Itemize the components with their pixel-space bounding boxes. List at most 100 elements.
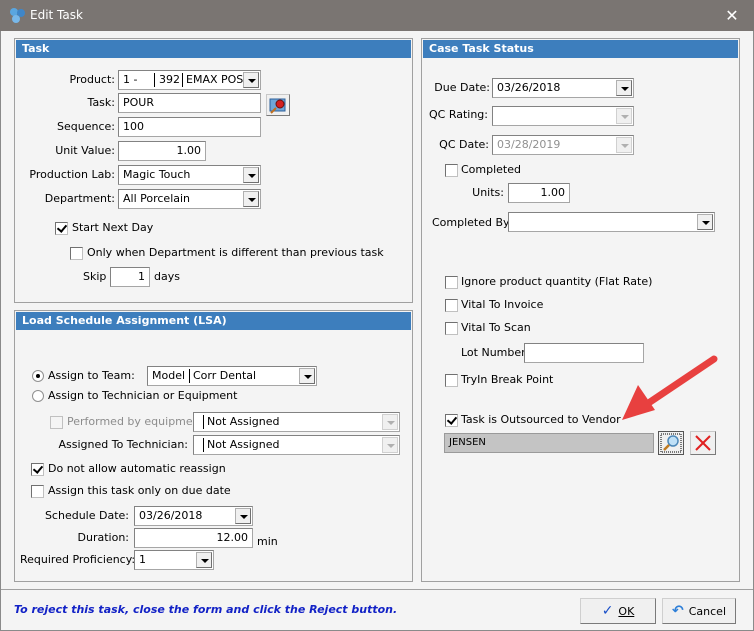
performed-by-label: Performed by equipment: [67,415,208,428]
ignore-qty-checkbox[interactable] [445,276,458,289]
start-next-day-checkbox[interactable] [55,222,68,235]
qc-date-value: 03/28/2019 [497,138,561,151]
chevron-down-icon[interactable] [235,508,251,524]
no-reassign-label: Do not allow automatic reassign [48,462,226,475]
team-dropdown[interactable]: Model Corr Dental [147,366,317,386]
unit-value-label: Unit Value: [55,144,115,157]
close-icon: ✕ [725,6,739,25]
product-dropdown[interactable]: 1 - 392 EMAX POSTI [118,70,261,90]
vital-invoice-checkbox[interactable] [445,299,458,312]
folder-search-icon [269,98,286,114]
duration-label: Duration: [77,531,129,544]
duration-input[interactable]: 12.00 [134,528,253,548]
team-code: Model [152,369,186,382]
qc-date-dropdown[interactable]: 03/28/2019 [492,135,634,155]
undo-icon: ↶ [672,603,684,619]
tryin-checkbox[interactable] [445,374,458,387]
product-number: 392 [159,73,180,86]
proficiency-value: 1 [139,553,146,566]
skip-days-input[interactable]: 1 [110,267,150,287]
chevron-down-icon[interactable] [382,437,398,453]
department-label: Department: [44,192,115,205]
lsa-panel-header: Load Schedule Assignment (LSA) [16,312,411,330]
outsourced-checkbox[interactable] [445,414,458,427]
completed-by-dropdown[interactable] [508,212,715,232]
vital-scan-checkbox[interactable] [445,322,458,335]
annotation-arrow [622,355,718,420]
task-panel-header: Task [16,40,411,58]
chevron-down-icon[interactable] [243,72,259,88]
assigned-tech-label: Assigned To Technician: [58,438,188,451]
qc-rating-dropdown[interactable] [492,106,634,126]
proficiency-label: Required Proficiency: [20,553,136,566]
schedule-date-dropdown[interactable]: 03/26/2018 [134,506,253,526]
department-value: All Porcelain [123,192,191,205]
assign-tech-radio[interactable] [32,390,44,402]
completed-checkbox[interactable] [445,164,458,177]
due-date-dropdown[interactable]: 03/26/2018 [492,78,634,98]
cancel-button[interactable]: ↶ Cancel [662,598,736,624]
days-label: days [154,270,180,283]
vital-invoice-label: Vital To Invoice [461,298,544,311]
lot-number-label: Lot Number: [461,346,530,359]
only-due-date-label: Assign this task only on due date [48,484,231,497]
assigned-tech-value: Not Assigned [207,438,280,451]
close-button[interactable]: ✕ [722,6,742,26]
due-date-value: 03/26/2018 [497,81,561,94]
chevron-down-icon[interactable] [382,414,398,430]
task-input[interactable]: POUR [118,93,261,113]
unit-value-input[interactable]: 1.00 [118,141,206,161]
performed-by-dropdown[interactable]: Not Assigned [193,412,400,432]
sequence-label: Sequence: [57,120,115,133]
vital-scan-label: Vital To Scan [461,321,531,334]
chevron-down-icon[interactable] [616,80,632,96]
units-input[interactable]: 1.00 [508,183,570,203]
completed-label: Completed [461,163,521,176]
cancel-label: Cancel [688,604,726,618]
performed-by-value: Not Assigned [207,415,280,428]
checkmark-icon: ✓ [601,603,614,619]
assigned-tech-dropdown[interactable]: Not Assigned [193,435,400,455]
ignore-qty-label: Ignore product quantity (Flat Rate) [461,275,653,288]
app-icon [10,8,25,23]
outsourced-label: Task is Outsourced to Vendor [461,413,621,426]
chevron-down-icon[interactable] [243,167,259,183]
reject-instruction: To reject this task, close the form and … [14,603,398,616]
tryin-label: TryIn Break Point [461,373,554,386]
skip-label: Skip [83,270,107,283]
department-dropdown[interactable]: All Porcelain [118,189,261,209]
ok-label: OK [618,604,635,618]
ok-button[interactable]: ✓ OK [580,598,656,624]
window-title: Edit Task [30,8,83,22]
title-bar: Edit Task ✕ [0,0,754,31]
chevron-down-icon[interactable] [616,108,632,124]
task-lookup-button[interactable] [266,94,290,116]
sequence-input[interactable]: 100 [118,117,261,137]
schedule-date-label: Schedule Date: [44,509,129,522]
assign-team-label: Assign to Team: [48,369,135,382]
only-when-dept-checkbox[interactable] [70,247,83,260]
duration-unit: min [257,535,278,548]
task-label: Task: [87,96,115,109]
production-lab-dropdown[interactable]: Magic Touch [118,165,261,185]
only-due-date-checkbox[interactable] [31,485,44,498]
completed-by-label: Completed By: [432,216,513,229]
due-date-label: Due Date: [434,81,490,94]
no-reassign-checkbox[interactable] [31,463,44,476]
assign-team-radio[interactable] [32,370,44,382]
schedule-date-value: 03/26/2018 [139,509,203,522]
chevron-down-icon[interactable] [243,191,259,207]
chevron-down-icon[interactable] [697,214,713,230]
product-label: Product: [69,73,115,86]
units-label: Units: [472,186,504,199]
chevron-down-icon[interactable] [196,552,212,568]
performed-by-checkbox[interactable] [50,416,63,429]
footer-separator [1,589,753,590]
production-lab-label: Production Lab: [29,168,115,181]
proficiency-dropdown[interactable]: 1 [134,550,214,570]
team-name: Corr Dental [193,369,257,382]
chevron-down-icon[interactable] [616,137,632,153]
chevron-down-icon[interactable] [299,368,315,384]
assign-tech-label: Assign to Technician or Equipment [48,389,238,402]
qc-rating-label: QC Rating: [428,108,488,121]
